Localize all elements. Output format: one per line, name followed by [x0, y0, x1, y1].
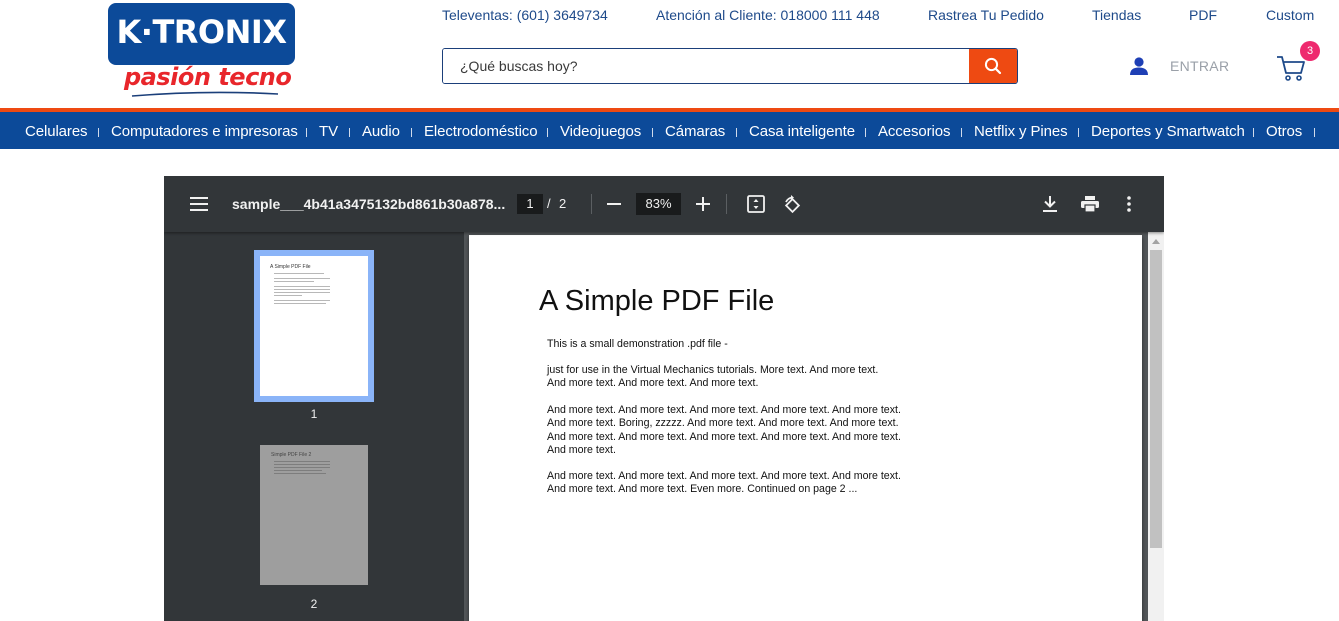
stores-link[interactable]: Tiendas — [1092, 7, 1141, 23]
login-button[interactable]: ENTRAR — [1128, 55, 1229, 77]
nav-divider — [349, 128, 350, 137]
nav-divider — [411, 128, 412, 137]
pdf-file-name: sample___4b41a3475132bd861b30a878... — [232, 196, 506, 212]
nav-divider — [98, 128, 99, 137]
logo-tagline: pasión tecno — [124, 63, 292, 91]
thumbnail-text-line — [274, 470, 322, 471]
nav-deportes-smartwatch[interactable]: Deportes y Smartwatch — [1091, 123, 1245, 140]
category-nav: Celulares Computadores e impresoras TV A… — [0, 112, 1339, 149]
custom-link[interactable]: Custom — [1266, 7, 1314, 23]
fit-page-icon[interactable] — [747, 195, 765, 213]
nav-divider — [865, 128, 866, 137]
zoom-level[interactable]: 83% — [636, 193, 681, 215]
thumbnail-number: 2 — [310, 597, 318, 611]
search-icon — [984, 57, 1002, 75]
pdf-paragraph: just for use in the Virtual Mechanics tu… — [547, 364, 879, 390]
nav-divider — [736, 128, 737, 137]
site-header: K·TRONIX pasión tecno Televentas: (601) … — [0, 0, 1339, 108]
televentas-link[interactable]: Televentas: (601) 3649734 — [442, 7, 608, 23]
toolbar-divider — [591, 194, 592, 214]
thumbnail-text-line — [274, 278, 330, 279]
menu-icon[interactable] — [190, 197, 208, 211]
page-thumbnail-2[interactable]: Simple PDF File 2 — [260, 445, 368, 585]
thumbnail-text-line — [274, 300, 330, 301]
more-options-icon[interactable] — [1127, 196, 1131, 212]
thumbnail-text-line — [274, 286, 330, 287]
pdf-paragraph: This is a small demonstration .pdf file … — [547, 338, 728, 350]
nav-celulares[interactable]: Celulares — [25, 123, 88, 140]
download-icon[interactable] — [1043, 196, 1057, 212]
thumbnail-text-line — [274, 295, 302, 296]
pdf-paragraph: And more text. And more text. And more t… — [547, 470, 901, 496]
nav-computadores[interactable]: Computadores e impresoras — [111, 123, 298, 140]
login-label: ENTRAR — [1170, 58, 1230, 74]
thumbnail-title: A Simple PDF File — [270, 264, 311, 270]
nav-divider — [306, 128, 307, 137]
thumbnail-text-line — [274, 292, 330, 293]
thumbnail-text-line — [274, 461, 330, 462]
pdf-page: A Simple PDF File This is a small demons… — [469, 235, 1142, 621]
tagline-swoosh — [131, 91, 279, 97]
pdf-toolbar: sample___4b41a3475132bd861b30a878... 1 /… — [164, 176, 1164, 232]
thumbnail-text-line — [274, 464, 330, 465]
search-bar — [442, 48, 1018, 84]
thumbnail-text-line — [274, 281, 314, 282]
nav-divider — [547, 128, 548, 137]
thumbnail-title: Simple PDF File 2 — [271, 452, 312, 458]
print-icon[interactable] — [1081, 196, 1099, 212]
track-order-link[interactable]: Rastrea Tu Pedido — [928, 7, 1044, 23]
nav-netflix-pines[interactable]: Netflix y Pines — [974, 123, 1068, 140]
nav-videojuegos[interactable]: Videojuegos — [560, 123, 641, 140]
zoom-in-icon[interactable] — [696, 197, 710, 211]
scroll-up-arrow-icon[interactable] — [1152, 239, 1160, 244]
rotate-icon[interactable] — [782, 195, 802, 215]
nav-tv[interactable]: TV — [319, 123, 338, 140]
thumbnail-text-line — [274, 473, 326, 474]
pdf-viewer: sample___4b41a3475132bd861b30a878... 1 /… — [164, 176, 1164, 621]
search-button[interactable] — [969, 49, 1017, 83]
pdf-link[interactable]: PDF — [1189, 7, 1217, 23]
nav-casa-inteligente[interactable]: Casa inteligente — [749, 123, 855, 140]
thumbnail-text-line — [274, 467, 330, 468]
thumbnail-sidebar: A Simple PDF File 1 Simple PDF File 2 2 — [164, 232, 464, 621]
zoom-out-icon[interactable] — [607, 203, 621, 205]
pdf-scrollbar[interactable] — [1148, 232, 1164, 621]
page-separator: / — [547, 196, 551, 211]
nav-divider — [1078, 128, 1079, 137]
user-icon — [1130, 57, 1148, 75]
page-thumbnail-1[interactable]: A Simple PDF File — [254, 250, 374, 402]
thumbnail-text-line — [274, 303, 326, 304]
cart-count-badge: 3 — [1300, 41, 1320, 61]
thumbnail-text-line — [274, 273, 324, 274]
nav-otros[interactable]: Otros — [1266, 123, 1302, 140]
page-number-input[interactable]: 1 — [517, 194, 543, 214]
nav-divider — [652, 128, 653, 137]
logo-wordmark: K·TRONIX — [116, 13, 287, 51]
nav-divider — [1253, 128, 1254, 137]
toolbar-divider — [726, 194, 727, 214]
customer-service-link[interactable]: Atención al Cliente: 018000 111 448 — [656, 7, 880, 23]
thumbnail-number: 1 — [310, 407, 318, 421]
scrollbar-thumb[interactable] — [1150, 250, 1162, 548]
ktronix-logo[interactable]: K·TRONIX pasión tecno — [108, 3, 295, 99]
nav-accesorios[interactable]: Accesorios — [878, 123, 950, 140]
search-input[interactable] — [443, 49, 970, 83]
thumbnail-text-line — [274, 289, 330, 290]
pdf-page-title: A Simple PDF File — [539, 285, 775, 317]
page-total: 2 — [559, 196, 567, 211]
nav-divider — [1314, 128, 1315, 137]
nav-electrodomestico[interactable]: Electrodoméstico — [424, 123, 538, 140]
nav-audio[interactable]: Audio — [362, 123, 400, 140]
pdf-paragraph: And more text. And more text. And more t… — [547, 404, 901, 457]
nav-camaras[interactable]: Cámaras — [665, 123, 725, 140]
nav-divider — [961, 128, 962, 137]
